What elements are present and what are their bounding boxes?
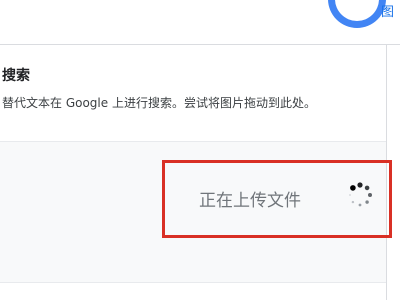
google-logo-icon [328,0,386,28]
bottom-area [0,283,386,300]
top-strip: 图 [0,0,400,44]
loading-spinner-icon [349,182,372,207]
image-search-label[interactable]: 图 [381,1,394,20]
search-by-image-header: 搜索 替代文本在 Google 上进行搜索。尝试将图片拖动到此处。 [0,45,386,141]
section-title: 搜索 [2,68,30,84]
upload-status-text: 正在上传文件 [199,191,301,211]
section-description: 替代文本在 Google 上进行搜索。尝试将图片拖动到此处。 [2,96,316,110]
search-by-image-panel: 图 搜索 替代文本在 Google 上进行搜索。尝试将图片拖动到此处。 正在上传… [0,0,400,300]
